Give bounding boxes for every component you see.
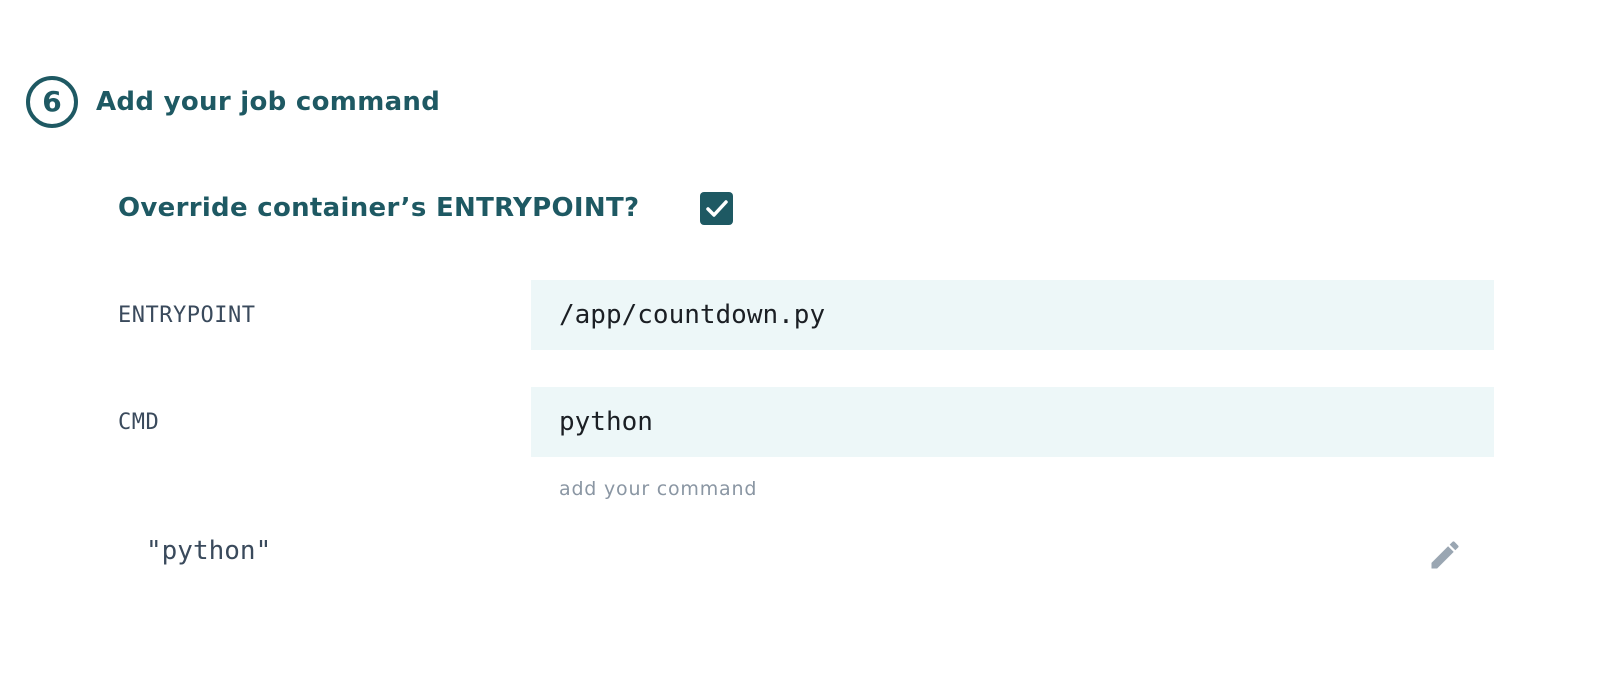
override-entrypoint-label: Override container’s ENTRYPOINT?	[118, 193, 640, 223]
job-command-step: 6 Add your job command Override containe…	[0, 0, 1600, 696]
entrypoint-label: ENTRYPOINT	[118, 302, 256, 328]
cmd-label: CMD	[118, 409, 160, 435]
cmd-preview: "python"	[146, 536, 272, 566]
entrypoint-row: ENTRYPOINT	[118, 280, 1494, 350]
cmd-input[interactable]	[531, 387, 1494, 457]
cmd-row: CMD	[118, 387, 1494, 457]
check-icon	[705, 199, 728, 217]
step-title: Add your job command	[96, 87, 441, 117]
override-entrypoint-checkbox[interactable]	[700, 192, 733, 225]
step-number-badge: 6	[26, 76, 78, 128]
edit-cmd-button[interactable]	[1425, 535, 1465, 575]
pencil-icon	[1431, 541, 1459, 569]
entrypoint-input[interactable]	[531, 280, 1494, 350]
override-entrypoint-row: Override container’s ENTRYPOINT?	[118, 190, 738, 226]
cmd-hint: add your command	[559, 478, 758, 500]
step-header: 6 Add your job command	[26, 76, 440, 128]
